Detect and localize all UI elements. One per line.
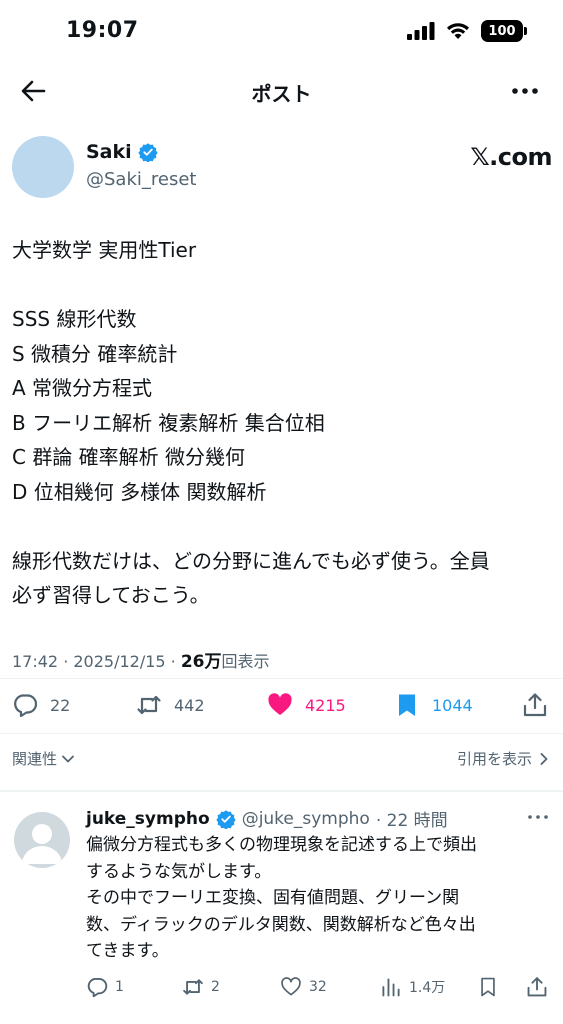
like-count: 4215 — [305, 695, 346, 715]
sort-dropdown[interactable]: 関連性 — [12, 748, 75, 769]
reply-reply-button[interactable]: 1 — [86, 976, 124, 998]
reply-avatar[interactable] — [14, 812, 70, 868]
reply-count: 22 — [50, 695, 71, 715]
bookmark-count: 1044 — [432, 695, 473, 715]
reply-reply-count: 1 — [115, 979, 124, 995]
reply-share-button[interactable] — [526, 976, 548, 998]
view-quotes-link[interactable]: 引用を表示 — [457, 748, 550, 769]
reply-bookmark-button[interactable] — [477, 976, 499, 998]
verified-icon — [216, 809, 236, 829]
views-count: 26万 — [180, 652, 222, 672]
post-line: C 群論 確率解析 微分幾何 — [12, 445, 246, 469]
author-name-row[interactable]: Saki — [86, 141, 158, 163]
repost-button[interactable]: 442 — [136, 688, 205, 722]
verified-icon — [137, 143, 158, 162]
divider — [0, 733, 563, 734]
post-line: 必ず習得しておこう。 — [12, 583, 210, 607]
reply-views-button[interactable]: 1.4万 — [380, 976, 445, 998]
reply-like-button[interactable]: 32 — [280, 976, 327, 998]
status-bar: 19:07 100 — [0, 0, 563, 64]
author-name: Saki — [86, 141, 132, 163]
bookmark-icon — [399, 694, 415, 716]
reply-author-name[interactable]: juke_sympho — [86, 809, 210, 829]
signal-icon — [407, 22, 435, 40]
divider — [0, 678, 563, 679]
post-line: 線形代数だけは、どの分野に進んでも必ず使う。全員 — [12, 548, 490, 573]
reply-action-bar: 1 2 32 1.4万 — [0, 976, 563, 1004]
bookmark-icon — [481, 977, 495, 997]
x-logo: 𝕏.com — [470, 143, 552, 171]
reply-icon — [14, 694, 38, 718]
heart-icon — [281, 977, 301, 996]
repost-icon — [183, 979, 203, 995]
more-icon[interactable] — [527, 810, 549, 824]
reply-button[interactable]: 22 — [12, 688, 70, 722]
nav-bar: ポスト — [0, 64, 563, 118]
reply-line: てきます。 — [86, 941, 169, 961]
post-timestamp[interactable]: 17:42 · 2025/12/15 · — [12, 652, 181, 671]
post-line: A 常微分方程式 — [12, 376, 153, 400]
action-bar: 22 442 4215 1044 — [0, 688, 563, 724]
reply-text: 偏微分方程式も多くの物理現象を記述する上で頻出 するような気がします。 その中で… — [86, 832, 548, 965]
post-line: 大学数学 実用性Tier — [12, 238, 197, 262]
status-icons: 100 — [407, 20, 527, 42]
more-icon[interactable] — [509, 76, 541, 106]
heart-icon — [268, 693, 292, 715]
share-button[interactable] — [522, 688, 548, 722]
chevron-right-icon — [540, 752, 548, 765]
post-line: D 位相幾何 多様体 関数解析 — [12, 479, 267, 504]
default-avatar-icon — [22, 824, 62, 864]
reply-line: 数、ディラックのデルタ関数、関数解析など色々出 — [86, 914, 476, 935]
author-avatar[interactable] — [12, 136, 74, 198]
bookmark-button[interactable]: 1044 — [394, 688, 473, 722]
share-icon — [523, 693, 547, 717]
views-icon — [382, 978, 400, 997]
repost-icon — [137, 695, 161, 715]
post-text: 大学数学 実用性Tier SSS 線形代数 S 微積分 確率統計 A 常微分方程… — [12, 233, 552, 613]
sort-label: 関連性 — [12, 750, 58, 768]
post-line: SSS 線形代数 — [12, 307, 137, 331]
reply-repost-button[interactable]: 2 — [182, 976, 220, 998]
battery-indicator: 100 — [481, 20, 527, 42]
post-line: S 微積分 確率統計 — [12, 341, 178, 366]
reply-line: 偏微分方程式も多くの物理現象を記述する上で頻出 — [86, 835, 477, 855]
share-icon — [527, 977, 547, 997]
reply-views-count: 1.4万 — [409, 980, 446, 996]
status-time: 19:07 — [66, 18, 139, 43]
reply-header: juke_sympho @juke_sympho · 22 時間 — [86, 806, 448, 832]
views-label: 回表示 — [221, 652, 270, 671]
post-line: B フーリエ解析 複素解析 集合位相 — [12, 410, 325, 435]
sort-row: 関連性 引用を表示 — [12, 748, 550, 774]
like-button[interactable]: 4215 — [267, 688, 346, 722]
view-quotes-label: 引用を表示 — [456, 750, 532, 768]
author-handle[interactable]: @Saki_reset — [86, 169, 196, 190]
reply-icon — [87, 978, 108, 998]
reply-author-handle[interactable]: @juke_sympho — [242, 809, 370, 829]
reply-like-count: 32 — [309, 979, 327, 995]
repost-count: 442 — [174, 695, 205, 715]
reply-time: · 22 時間 — [375, 811, 448, 831]
reply-item[interactable]: juke_sympho @juke_sympho · 22 時間 偏微分方程式も… — [0, 800, 563, 1024]
divider — [0, 790, 563, 792]
page-title: ポスト — [251, 82, 312, 106]
wifi-icon — [447, 23, 469, 39]
reply-repost-count: 2 — [211, 979, 220, 995]
post-meta: 17:42 · 2025/12/15 · 26万回表示 — [12, 647, 270, 672]
reply-line: その中でフーリエ変換、固有値問題、グリーン関 — [86, 888, 460, 908]
chevron-down-icon — [62, 755, 74, 762]
reply-line: するような気がします。 — [86, 861, 272, 882]
post-author: Saki @Saki_reset 𝕏.com — [12, 133, 552, 203]
